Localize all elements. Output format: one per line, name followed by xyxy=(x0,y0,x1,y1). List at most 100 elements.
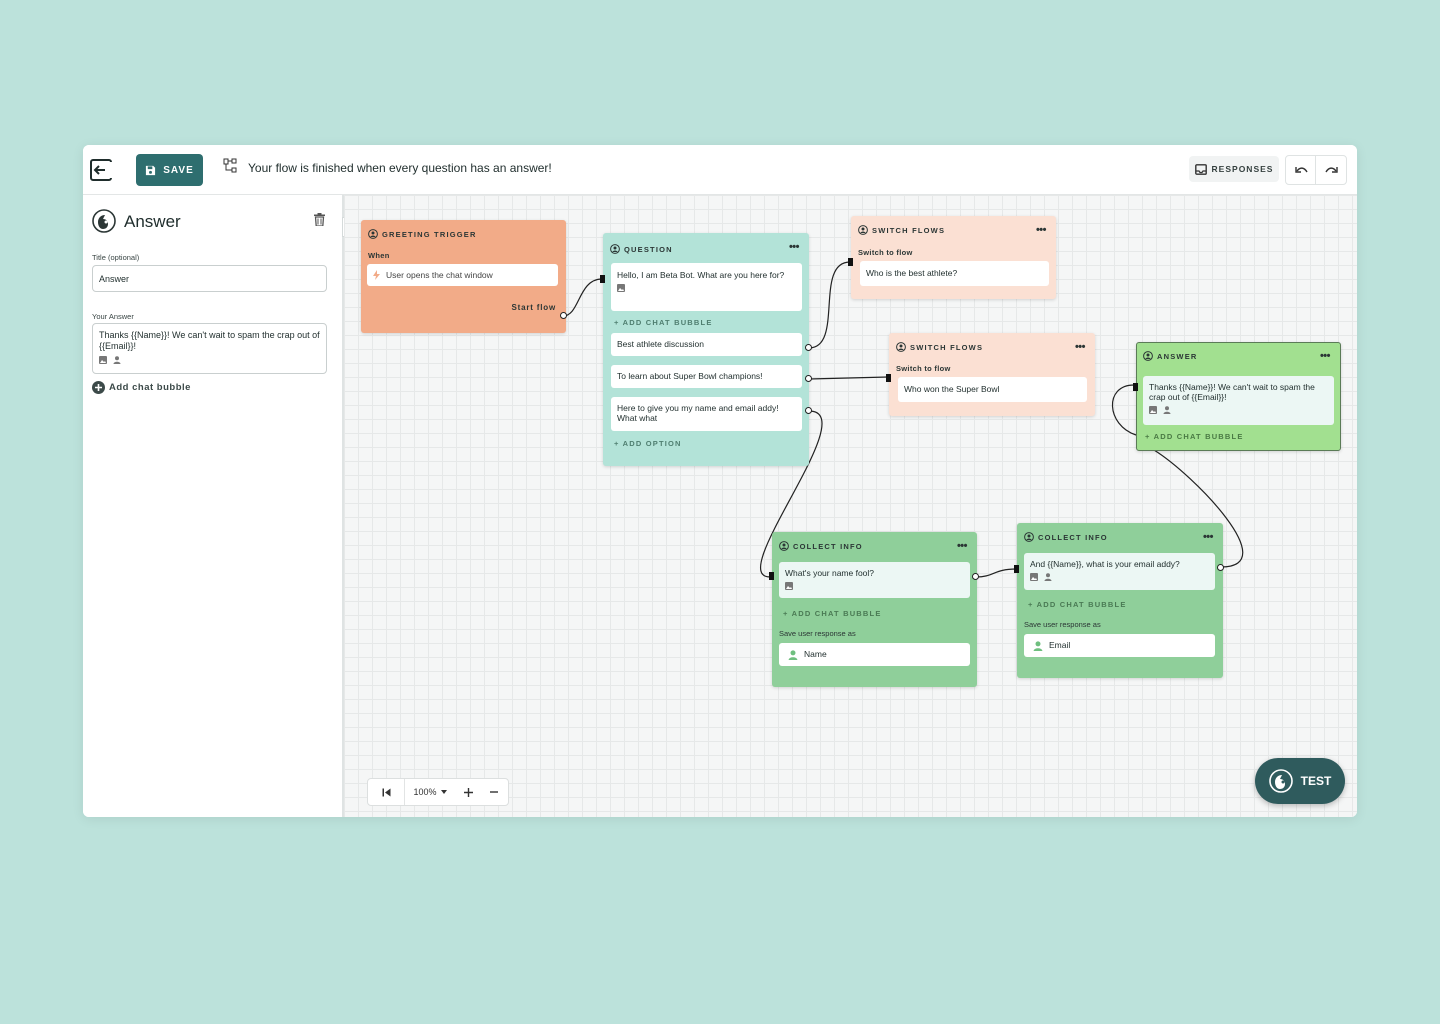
node-menu-button[interactable]: ••• xyxy=(1203,531,1214,543)
option-text: Best athlete discussion xyxy=(617,339,704,349)
caret-down-icon xyxy=(440,790,447,794)
redo-button[interactable] xyxy=(1315,155,1347,185)
collect-message-card[interactable]: And {{Name}}, what is your email addy? xyxy=(1024,553,1215,590)
output-port[interactable] xyxy=(972,573,979,580)
input-port[interactable] xyxy=(848,258,853,266)
option-card[interactable]: Best athlete discussion xyxy=(611,333,802,356)
node-header: ANSWER xyxy=(1143,351,1198,361)
response-field-name: Name xyxy=(804,649,827,660)
response-field-select[interactable]: Email xyxy=(1024,634,1215,657)
input-port[interactable] xyxy=(886,374,891,382)
user-icon[interactable] xyxy=(1044,573,1052,582)
greeting-trigger-node[interactable]: GREETING TRIGGER When User opens the cha… xyxy=(361,220,566,333)
question-message-card[interactable]: Hello, I am Beta Bot. What are you here … xyxy=(611,263,802,311)
exit-button[interactable] xyxy=(89,157,115,183)
switch-flows-node[interactable]: SWITCH FLOWS ••• Switch to flow Who won … xyxy=(889,333,1095,416)
plus-icon xyxy=(463,787,473,797)
collect-message-card[interactable]: What's your name fool? xyxy=(779,562,970,598)
answer-node[interactable]: ANSWER ••• Thanks {{Name}}! We can't wai… xyxy=(1136,342,1341,451)
add-chat-bubble-link[interactable]: + ADD CHAT BUBBLE xyxy=(1145,432,1244,441)
input-port[interactable] xyxy=(1133,383,1138,391)
add-chat-bubble-button[interactable]: Add chat bubble xyxy=(92,381,191,394)
answer-message-card[interactable]: Thanks {{Name}}! We can't wait to spam t… xyxy=(1143,376,1334,425)
option-text: To learn about Super Bowl champions! xyxy=(617,371,763,381)
input-port[interactable] xyxy=(1014,565,1019,573)
zoom-out-button[interactable] xyxy=(481,779,507,805)
zoom-level-select[interactable]: 100% xyxy=(405,779,455,805)
status-message: Your flow is finished when every questio… xyxy=(248,161,552,175)
flow-select[interactable]: Who won the Super Bowl xyxy=(898,377,1087,402)
output-port[interactable] xyxy=(805,407,812,414)
node-menu-button[interactable]: ••• xyxy=(1036,224,1047,236)
trigger-text: User opens the chat window xyxy=(386,269,493,280)
response-field-select[interactable]: Name xyxy=(779,643,970,666)
output-port[interactable] xyxy=(560,312,567,319)
add-chat-bubble-link[interactable]: + ADD CHAT BUBBLE xyxy=(783,609,882,618)
bot-logo-icon xyxy=(1143,351,1153,361)
image-icon[interactable] xyxy=(1149,406,1157,415)
image-icon[interactable] xyxy=(99,355,107,364)
test-button[interactable]: TEST xyxy=(1255,758,1345,804)
node-menu-button[interactable]: ••• xyxy=(957,540,968,552)
node-title: COLLECT INFO xyxy=(793,541,863,551)
node-menu-button[interactable]: ••• xyxy=(1320,350,1331,362)
bot-logo-icon xyxy=(896,342,906,352)
skip-start-icon xyxy=(382,788,390,796)
node-menu-button[interactable]: ••• xyxy=(789,241,800,253)
node-header: GREETING TRIGGER xyxy=(368,229,477,239)
node-header: SWITCH FLOWS xyxy=(858,225,945,235)
bot-logo-icon xyxy=(858,225,868,235)
title-field[interactable]: Answer xyxy=(92,265,327,292)
start-flow-label: Start flow xyxy=(511,303,556,312)
node-header: COLLECT INFO xyxy=(1024,532,1108,542)
option-text: Here to give you my name and email addy!… xyxy=(617,403,779,424)
bot-logo-icon xyxy=(368,229,378,239)
user-icon xyxy=(1033,640,1043,651)
output-port[interactable] xyxy=(1217,564,1224,571)
collect-info-node[interactable]: COLLECT INFO ••• What's your name fool? … xyxy=(772,532,977,687)
add-chat-bubble-link[interactable]: + ADD CHAT BUBBLE xyxy=(1028,600,1127,609)
option-card[interactable]: To learn about Super Bowl champions! xyxy=(611,365,802,388)
answer-field[interactable]: Thanks {{Name}}! We can't wait to spam t… xyxy=(92,323,327,374)
user-icon[interactable] xyxy=(1163,406,1171,415)
redo-icon xyxy=(1324,166,1338,173)
zoom-in-button[interactable] xyxy=(455,779,481,805)
add-option-link[interactable]: + ADD OPTION xyxy=(614,439,682,448)
answer-field-tools xyxy=(99,355,320,364)
user-icon[interactable] xyxy=(113,355,121,364)
add-chat-bubble-link[interactable]: + ADD CHAT BUBBLE xyxy=(614,318,713,327)
switch-flows-node[interactable]: SWITCH FLOWS ••• Switch to flow Who is t… xyxy=(851,216,1056,299)
node-menu-button[interactable]: ••• xyxy=(1075,341,1086,353)
image-icon[interactable] xyxy=(1030,573,1038,582)
undo-icon xyxy=(1294,166,1308,173)
image-icon[interactable] xyxy=(617,284,625,293)
image-icon[interactable] xyxy=(785,582,793,591)
input-port[interactable] xyxy=(769,572,774,580)
panel-title: Answer xyxy=(124,212,181,231)
node-title: ANSWER xyxy=(1157,351,1198,361)
option-card[interactable]: Here to give you my name and email addy!… xyxy=(611,397,802,431)
flow-icon xyxy=(223,158,237,173)
flow-select[interactable]: Who is the best athlete? xyxy=(860,261,1049,286)
undo-button[interactable] xyxy=(1285,155,1317,185)
trigger-card[interactable]: User opens the chat window xyxy=(367,264,558,286)
input-port[interactable] xyxy=(600,275,605,283)
output-port[interactable] xyxy=(805,375,812,382)
flow-canvas[interactable]: GREETING TRIGGER When User opens the cha… xyxy=(344,195,1357,817)
collect-info-node[interactable]: COLLECT INFO ••• And {{Name}}, what is y… xyxy=(1017,523,1223,678)
lightning-icon xyxy=(373,270,380,280)
question-node[interactable]: QUESTION ••• Hello, I am Beta Bot. What … xyxy=(603,233,809,466)
output-port[interactable] xyxy=(805,344,812,351)
save-button[interactable]: SAVE xyxy=(136,154,203,186)
trash-icon[interactable] xyxy=(314,213,325,226)
inbox-icon xyxy=(1194,163,1207,175)
save-response-label: Save user response as xyxy=(779,629,856,638)
fit-view-button[interactable] xyxy=(368,779,405,805)
responses-button[interactable]: RESPONSES xyxy=(1189,156,1279,182)
edge-answer-loop xyxy=(1111,384,1137,436)
bot-logo-icon xyxy=(1024,532,1034,542)
edge-question-switch1 xyxy=(808,261,851,349)
message-tools xyxy=(1149,406,1328,415)
edge-greeting-question xyxy=(562,278,603,317)
add-chat-bubble-label: Add chat bubble xyxy=(109,382,191,393)
